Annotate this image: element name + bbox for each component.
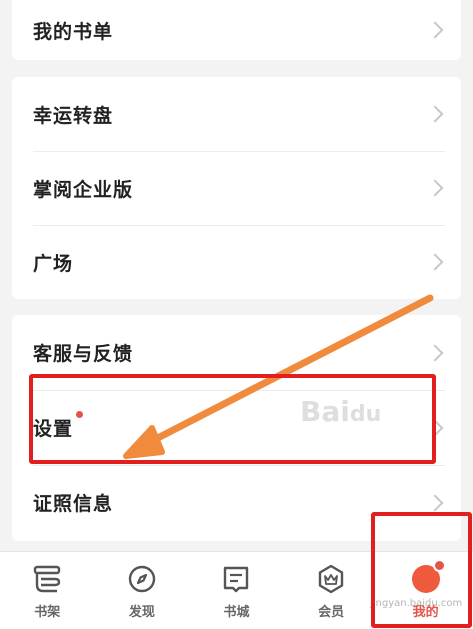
annotation-box-settings: [29, 374, 436, 464]
annotation-box-me-tab: [371, 512, 472, 628]
